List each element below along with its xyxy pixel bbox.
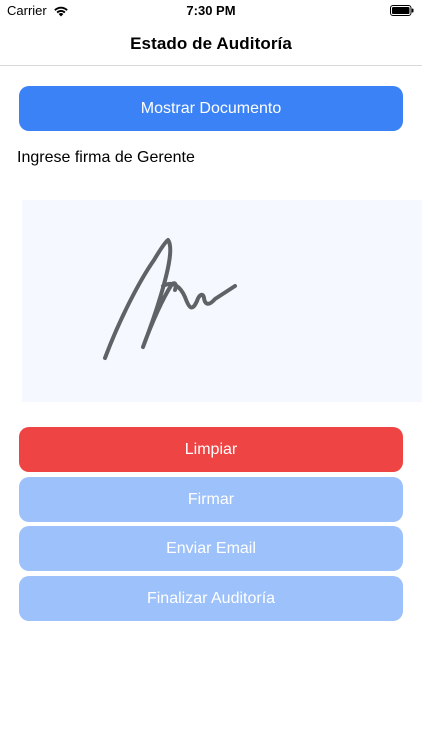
sign-button[interactable]: Firmar xyxy=(19,477,403,522)
status-time: 7:30 PM xyxy=(186,3,236,18)
finish-audit-label: Finalizar Auditoría xyxy=(146,589,276,607)
battery-icon xyxy=(390,5,414,16)
show-document-button[interactable]: Mostrar Documento xyxy=(19,86,403,131)
clear-button[interactable]: Limpiar xyxy=(19,427,403,472)
signature-stroke xyxy=(103,238,237,360)
clear-label: Limpiar xyxy=(184,440,238,458)
signature-pad[interactable] xyxy=(22,200,422,402)
send-email-label: Enviar Email xyxy=(166,539,256,557)
navigation-bar: Estado de Auditoría xyxy=(0,22,422,66)
send-email-button[interactable]: Enviar Email xyxy=(19,526,403,571)
finish-audit-button[interactable]: Finalizar Auditoría xyxy=(19,576,403,621)
sign-label: Firmar xyxy=(187,490,235,508)
page-title: Estado de Auditoría xyxy=(130,33,292,53)
status-bar: Carrier 7:30 PM xyxy=(0,0,422,22)
signature-prompt: Ingrese firma de Gerente xyxy=(17,149,195,166)
show-document-label: Mostrar Documento xyxy=(140,99,282,117)
